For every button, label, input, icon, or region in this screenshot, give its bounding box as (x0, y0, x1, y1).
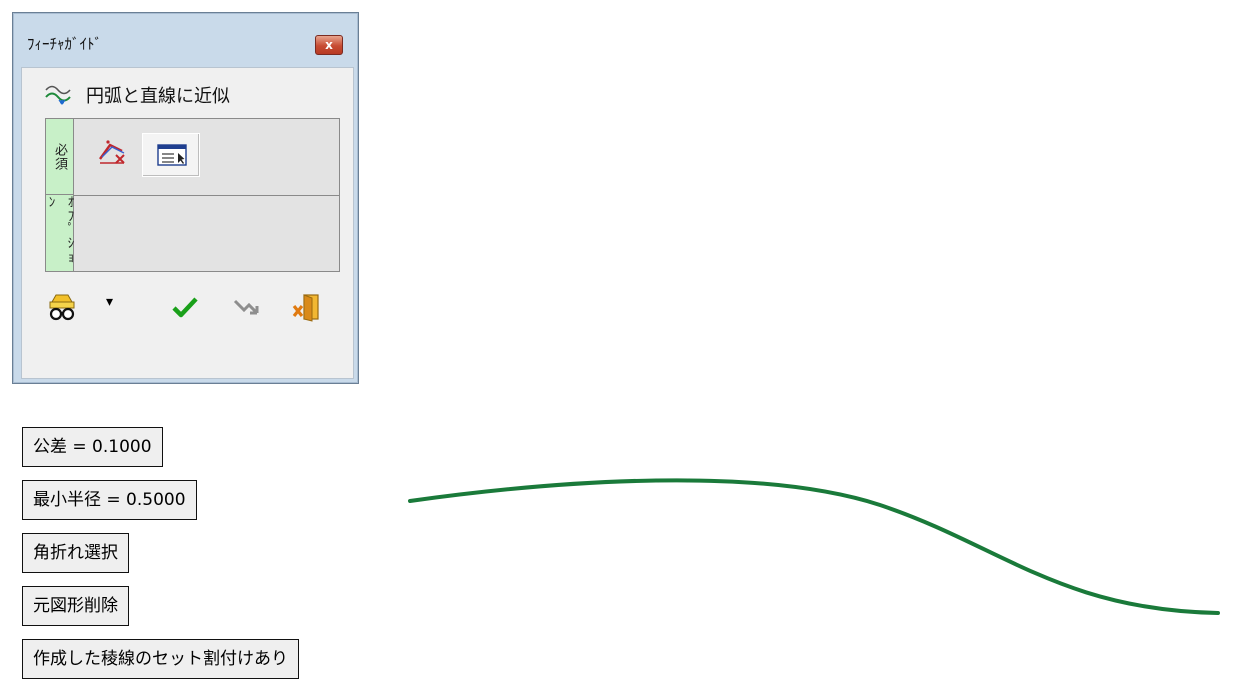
approximated-curve[interactable] (408, 478, 1220, 615)
drawing-canvas[interactable] (0, 0, 1237, 693)
